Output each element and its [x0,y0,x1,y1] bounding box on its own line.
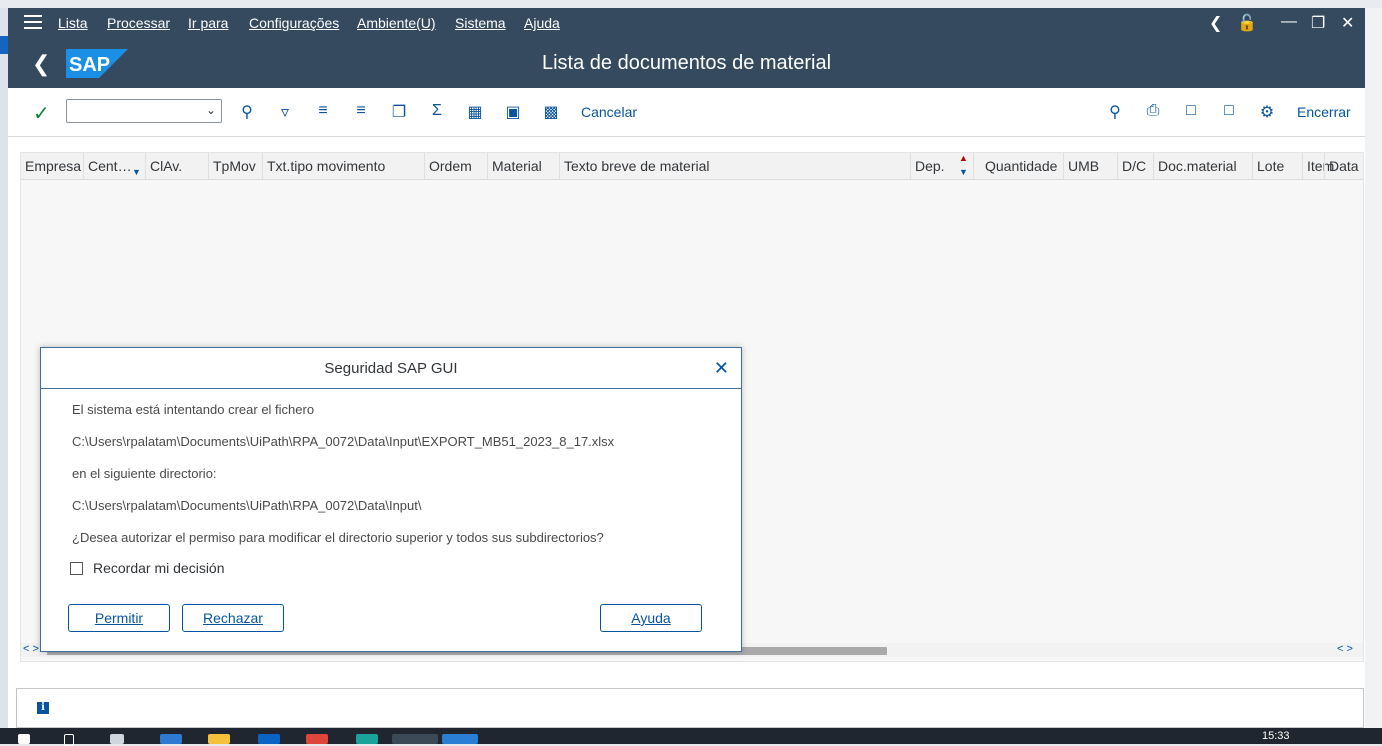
security-dialog: Seguridad SAP GUI ✕ El sistema está inte… [40,347,742,652]
scroll-right-icon[interactable]: < > [1337,643,1353,655]
col-header-clav[interactable]: ClAv. [150,158,182,174]
edge-icon[interactable] [160,734,182,744]
task-view-icon[interactable] [110,734,124,744]
menu-lista[interactable]: Lista [58,15,88,31]
desktop-top-strip [0,0,1382,8]
col-header-dc[interactable]: D/C [1122,158,1146,174]
taskbar-search-icon[interactable] [64,734,74,746]
dialog-message-line: en el siguiente directorio: [72,466,217,481]
col-header-data[interactable]: Data [1329,158,1359,174]
filter-icon[interactable]: ▿ [274,102,296,122]
desktop-right-strip [1364,8,1382,728]
col-header-dep[interactable]: Dep. [915,158,945,174]
image-icon[interactable]: ▣ [502,102,524,122]
dialog-title: Seguridad SAP GUI [324,360,458,377]
zoom-search-icon[interactable]: ⚲ [236,102,258,122]
cancel-button[interactable]: Cancelar [581,104,637,120]
unlock-icon[interactable]: 🔓 [1237,13,1257,33]
sort-down-icon: ▼ [959,167,968,177]
help-button[interactable]: Ayuda [600,604,702,632]
status-bar: i [16,688,1364,728]
menu-sistema[interactable]: Sistema [455,15,506,31]
reject-button[interactable]: Rechazar [182,604,284,632]
chrome-icon[interactable] [306,734,328,744]
page-title: Lista de documentos de material [541,52,832,74]
allow-button[interactable]: Permitir [68,604,170,632]
menu-ajuda[interactable]: Ajuda [524,15,560,31]
app-icon[interactable] [356,734,378,744]
menu-ambiente[interactable]: Ambiente(U) [357,15,436,31]
col-header-doc-material[interactable]: Doc.material [1158,158,1237,174]
scroll-left-icon[interactable]: < > [23,643,39,655]
layout-icon[interactable]: ▩ [540,102,562,122]
hamburger-menu-icon[interactable] [24,15,42,31]
dialog-message-line: El sistema está intentando crear el fich… [72,402,315,417]
sort-descending-icon[interactable]: ≡ [350,102,372,120]
application-toolbar: ✓ ⌄ ⚲ ▿ ≡ ≡ ❐ Σ ▦ ▣ ▩ Cancelar ⚲ ⎙ □ □ ⚙… [8,88,1365,137]
copy-icon[interactable]: ❐ [388,102,410,122]
exit-button[interactable]: Encerrar [1297,104,1351,120]
taskbar-active-app[interactable] [392,734,438,744]
col-header-centro[interactable]: Cent… [88,158,132,174]
info-icon[interactable]: i [37,702,49,714]
close-window-icon[interactable]: ✕ [1341,13,1354,33]
chevron-down-icon[interactable]: ⌄ [206,103,216,117]
menu-processar[interactable]: Processar [107,15,170,31]
col-header-txt-tipo-movimento[interactable]: Txt.tipo movimento [267,158,385,174]
restore-icon[interactable]: ❐ [1311,13,1325,33]
col-header-empresa[interactable]: Empresa [25,158,81,174]
minimize-icon[interactable]: — [1281,13,1297,31]
new-window-icon[interactable]: □ [1180,102,1202,120]
dialog-file-path: C:\Users\rpalatam\Documents\UiPath\RPA_0… [72,434,615,449]
col-header-ordem[interactable]: Ordem [429,158,472,174]
search-icon[interactable]: ⚲ [1104,102,1126,122]
sort-indicator-icon: ▼ [132,167,141,177]
window-icon[interactable]: □ [1218,102,1240,120]
start-icon[interactable] [18,734,30,744]
print-icon[interactable]: ⎙ [1142,102,1164,120]
sort-ascending-icon[interactable]: ≡ [312,102,334,120]
col-header-tpmov[interactable]: TpMov [213,158,256,174]
desktop-window-edge [0,36,8,54]
sort-up-icon: ▲ [959,153,968,163]
dialog-directory-path: C:\Users\rpalatam\Documents\UiPath\RPA_0… [72,498,422,513]
settings-gear-icon[interactable]: ⚙ [1256,102,1278,122]
menu-bar: Lista Processar Ir para Configurações Am… [8,8,1365,38]
sum-icon[interactable]: Σ [426,102,448,120]
export-icon[interactable]: ▦ [464,102,486,122]
store-icon[interactable] [258,734,280,744]
col-header-lote[interactable]: Lote [1257,158,1284,174]
dialog-question: ¿Desea autorizar el permiso para modific… [72,530,604,545]
close-icon[interactable]: ✕ [714,358,729,379]
desktop-left-strip [0,8,8,728]
remember-decision-checkbox[interactable] [70,562,83,575]
confirm-check-icon[interactable]: ✓ [33,101,50,126]
menu-configuracoes[interactable]: Configurações [249,15,339,31]
menu-ir-para[interactable]: Ir para [188,15,228,31]
col-header-umb[interactable]: UMB [1068,158,1099,174]
windows-taskbar: 15:33 [0,728,1382,746]
sap-taskbar-icon[interactable] [442,734,478,744]
collapse-chevron-icon[interactable]: ❮ [1209,13,1222,33]
command-field[interactable]: ⌄ [66,99,222,123]
col-header-texto-breve[interactable]: Texto breve de material [564,158,710,174]
grid-header: Empresa Cent… ▼ ClAv. TpMov Txt.tipo mov… [21,153,1363,180]
file-explorer-icon[interactable] [208,734,230,744]
col-header-quantidade[interactable]: Quantidade [985,158,1057,174]
dialog-header: Seguridad SAP GUI ✕ [41,348,741,389]
title-bar: ❮ SAP Lista de documentos de material [8,38,1365,88]
remember-decision-label[interactable]: Recordar mi decisión [93,560,225,576]
taskbar-clock[interactable]: 15:33 [1262,730,1290,742]
col-header-material[interactable]: Material [492,158,542,174]
